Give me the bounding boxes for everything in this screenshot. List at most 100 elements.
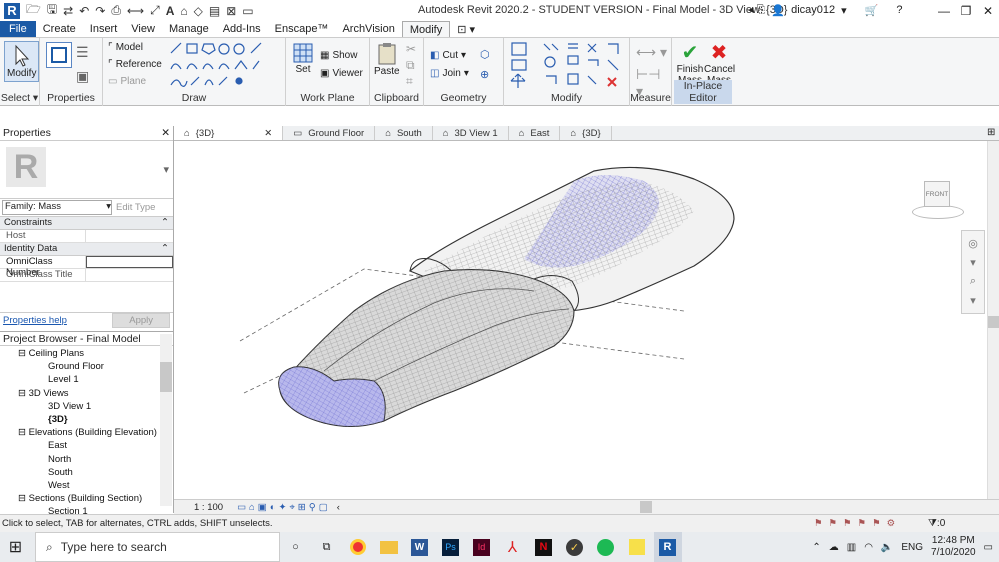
properties-help-link[interactable]: Properties help xyxy=(3,315,67,326)
notification-icon[interactable]: ▭ xyxy=(984,542,993,553)
browser-item[interactable]: {3D} xyxy=(0,413,173,426)
browser-item[interactable]: East xyxy=(0,439,173,452)
sync-icon[interactable]: ⇄ xyxy=(63,4,73,18)
taskbar-search[interactable]: ⌕ Type here to search xyxy=(35,532,280,562)
browser-scrollbar[interactable] xyxy=(160,334,172,506)
switch-windows-icon[interactable]: ▭ xyxy=(242,4,253,18)
file-explorer-icon[interactable] xyxy=(375,532,403,562)
ribbon-tab-file[interactable]: File xyxy=(0,21,36,37)
plane-button[interactable]: ▭ Plane xyxy=(108,76,146,87)
draw-tools-icon[interactable] xyxy=(169,41,279,89)
collapse-icon[interactable]: ⊟ xyxy=(18,427,29,438)
measure-tool-icon[interactable]: ⟷ ▾ xyxy=(636,44,667,61)
reference-line-button[interactable]: ⌜ Reference xyxy=(108,59,162,70)
show-button[interactable]: ▦ Show xyxy=(320,50,357,61)
dimension-icon[interactable]: ⤢ xyxy=(150,3,160,18)
join-button[interactable]: ◫ Join ▾ xyxy=(430,68,469,79)
browser-item[interactable]: West xyxy=(0,479,173,492)
close-button[interactable]: ✕ xyxy=(977,0,999,21)
browser-item[interactable]: ⊟ Ceiling Plans xyxy=(0,347,173,360)
view-tab[interactable]: ⌂ {3D} ✕ xyxy=(174,126,284,140)
browser-item[interactable]: ⊟ Elevations (Building Elevation) xyxy=(0,426,173,439)
volume-icon[interactable]: 🔈 xyxy=(881,542,893,553)
ribbon-tab-create[interactable]: Create xyxy=(36,21,83,37)
family-category-icon[interactable]: ▣ xyxy=(76,68,89,85)
info-center-icon[interactable]: ◂ ⎘ xyxy=(748,3,765,17)
clock[interactable]: 12:48 PM 7/10/2020 xyxy=(931,535,976,559)
print-icon[interactable]: ⎙ xyxy=(111,3,121,18)
tab-menu-icon[interactable]: ⊞ xyxy=(987,127,995,138)
task-view-icon[interactable]: ⧉ xyxy=(313,532,341,562)
3d-view-icon[interactable]: ⌂ xyxy=(180,4,187,18)
omniclass-title-row[interactable]: OmniClass Title xyxy=(0,269,173,282)
photoshop-icon[interactable]: Ps xyxy=(437,532,465,562)
acrobat-icon[interactable]: ⅄ xyxy=(499,532,527,562)
select-label[interactable]: Select ▾ xyxy=(0,92,39,104)
zoom-icon[interactable]: ⌕ xyxy=(970,275,976,288)
split-face-icon[interactable]: ⊕ xyxy=(480,68,489,81)
family-types-icon[interactable]: ☰ xyxy=(76,44,89,61)
selection-icons[interactable]: ⚑⚑⚑⚑⚑⚙ xyxy=(814,518,901,529)
collapse-icon[interactable]: ⊟ xyxy=(18,348,29,359)
navigation-bar[interactable]: ◎ ▾ ⌕ ▾ xyxy=(961,230,985,314)
view-control-icons[interactable]: ▭⌂▣◐✦⌖⊞⚲▢ xyxy=(237,502,331,513)
tasks-icon[interactable]: ✓ xyxy=(561,532,589,562)
model-line-button[interactable]: ⌜ Model xyxy=(108,42,143,53)
cloud-icon[interactable]: ☁ xyxy=(829,542,839,553)
ribbon-tab-modify[interactable]: Modify xyxy=(401,21,451,37)
close-icon[interactable]: ✕ xyxy=(264,128,272,139)
ribbon-tab-archvision[interactable]: ArchVision xyxy=(335,21,401,37)
view-tab[interactable]: ⌂ South xyxy=(375,126,433,140)
wifi-icon[interactable]: ◠ xyxy=(864,542,873,553)
set-button[interactable]: Set xyxy=(292,42,314,75)
steering-wheel-icon[interactable]: ◎ xyxy=(968,237,978,250)
wall-joins-icon[interactable]: ⬡ xyxy=(480,48,490,61)
network-icon[interactable]: ▥ xyxy=(847,542,856,553)
help-icon[interactable]: ? xyxy=(896,4,902,16)
redo-icon[interactable]: ↷ xyxy=(95,4,105,18)
ribbon-options-icon[interactable]: ⊡ ▾ xyxy=(450,21,482,37)
section-icon[interactable]: ◇ xyxy=(194,4,203,18)
measure-icon[interactable]: ⟷ xyxy=(127,4,144,18)
view-tab[interactable]: ⌂ 3D View 1 xyxy=(433,126,509,140)
mass-model-3d[interactable] xyxy=(174,141,987,499)
ribbon-tab-enscape-[interactable]: Enscape™ xyxy=(268,21,336,37)
drawing-canvas[interactable]: FRONT ◎ ▾ ⌕ ▾ xyxy=(174,141,987,499)
undo-icon[interactable]: ↶ xyxy=(79,4,89,18)
open-icon[interactable]: 🗁 xyxy=(26,0,41,21)
browser-item[interactable]: Ground Floor xyxy=(0,360,173,373)
thin-lines-icon[interactable]: ▤ xyxy=(209,4,220,18)
word-icon[interactable]: W xyxy=(406,532,434,562)
view-tab[interactable]: ⌂ {3D} xyxy=(560,126,612,140)
apply-button[interactable]: Apply xyxy=(112,313,170,328)
cortana-icon[interactable]: ○ xyxy=(282,532,310,562)
filter-icon[interactable]: ⧩:0 xyxy=(928,518,945,529)
netflix-icon[interactable]: N xyxy=(530,532,558,562)
viewcube-face[interactable]: FRONT xyxy=(924,181,950,207)
language-label[interactable]: ENG xyxy=(901,542,923,553)
paste-button[interactable]: Paste xyxy=(374,42,400,77)
indesign-icon[interactable]: Id xyxy=(468,532,496,562)
family-dropdown[interactable]: Family: Mass ▾ xyxy=(2,200,112,215)
ribbon-tab-view[interactable]: View xyxy=(124,21,162,37)
copy-icon[interactable]: ⧉ xyxy=(406,58,415,73)
type-selector[interactable]: R ▾ xyxy=(0,141,173,199)
horizontal-scroll-thumb[interactable] xyxy=(639,501,652,513)
view-tab[interactable]: ▭ Ground Floor xyxy=(283,126,376,140)
save-icon[interactable]: 🖫 xyxy=(47,0,57,21)
ribbon-tab-add-ins[interactable]: Add-Ins xyxy=(216,21,268,37)
ribbon-tab-manage[interactable]: Manage xyxy=(162,21,216,37)
browser-item[interactable]: ⊟ Sections (Building Section) xyxy=(0,492,173,505)
match-icon[interactable]: ⌗ xyxy=(406,74,413,89)
edit-type-button[interactable]: Edit Type xyxy=(116,202,155,213)
chrome-icon[interactable] xyxy=(344,532,372,562)
spotify-icon[interactable] xyxy=(592,532,620,562)
close-hidden-icon[interactable]: ⊠ xyxy=(226,4,236,18)
omniclass-number-row[interactable]: OmniClass Number xyxy=(0,256,173,278)
ribbon-tab-insert[interactable]: Insert xyxy=(83,21,125,37)
chevron-down-icon[interactable]: ▾ xyxy=(163,163,169,176)
vertical-scrollbar[interactable] xyxy=(987,141,999,499)
view-tab[interactable]: ⌂ East xyxy=(509,126,561,140)
cut-button[interactable]: ◧ Cut ▾ xyxy=(430,50,466,61)
windows-start-icon[interactable]: ⊞ xyxy=(2,532,30,562)
